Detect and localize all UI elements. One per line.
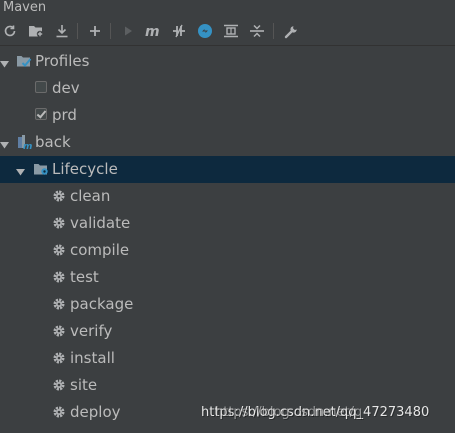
lifecycle-goal-item[interactable]: validate (0, 210, 455, 237)
show-dependencies-icon[interactable] (222, 22, 240, 40)
tree-node-profiles[interactable]: Profiles (0, 48, 455, 75)
gear-icon (52, 188, 68, 204)
lifecycle-folder-icon (33, 161, 49, 177)
gear-icon (52, 242, 68, 258)
tree-node-lifecycle[interactable]: Lifecycle (0, 156, 455, 183)
goal-label: clean (70, 187, 111, 205)
toolbar-separator (273, 23, 274, 39)
tree-label: back (35, 133, 71, 151)
gear-icon (52, 296, 68, 312)
goal-label: verify (70, 322, 113, 340)
profile-prd-checkbox[interactable] (35, 108, 47, 120)
lifecycle-goal-item[interactable]: test (0, 264, 455, 291)
lifecycle-goal-item[interactable]: package (0, 291, 455, 318)
maven-tool-window: Maven m Profiles dev prd m back Lifecycl… (0, 0, 455, 433)
expand-arrow-icon[interactable] (16, 163, 26, 176)
watermark-ghost-text: https://blog.csdn.net/q (215, 405, 363, 420)
goal-label: package (70, 295, 134, 313)
goal-label: validate (70, 214, 131, 232)
maven-project-icon: m (16, 134, 32, 152)
lifecycle-goal-item[interactable]: verify (0, 318, 455, 345)
gear-icon (52, 350, 68, 366)
goal-label: test (70, 268, 99, 286)
tree-node-profile-dev[interactable]: dev (0, 75, 455, 102)
gear-icon (52, 404, 68, 420)
svg-text:m: m (145, 24, 160, 38)
lifecycle-goal-item[interactable]: clean (0, 183, 455, 210)
tool-window-title: Maven (3, 0, 47, 15)
maven-toolbar: m (0, 17, 455, 46)
tree-label: prd (52, 106, 77, 124)
collapse-all-icon[interactable] (248, 22, 266, 40)
lifecycle-goal-item[interactable]: compile (0, 237, 455, 264)
expand-arrow-icon[interactable] (0, 55, 10, 68)
gear-icon (52, 215, 68, 231)
goal-label: deploy (70, 403, 121, 421)
tree-label: Profiles (35, 52, 90, 70)
gear-icon (52, 269, 68, 285)
lifecycle-goal-item[interactable]: install (0, 345, 455, 372)
svg-text:m: m (23, 142, 32, 150)
run-icon[interactable] (119, 22, 137, 40)
skip-tests-icon[interactable] (196, 22, 214, 40)
lifecycle-goal-item[interactable]: site (0, 372, 455, 399)
goal-label: compile (70, 241, 130, 259)
maven-projects-tree: Profiles dev prd m back Lifecycle clean … (0, 47, 455, 433)
profiles-icon (16, 53, 32, 69)
tree-label: Lifecycle (52, 160, 118, 178)
tree-label: dev (52, 79, 80, 97)
execute-goal-icon[interactable]: m (144, 22, 162, 40)
settings-wrench-icon[interactable] (282, 22, 300, 40)
gear-icon (52, 377, 68, 393)
download-sources-icon[interactable] (53, 22, 71, 40)
reload-icon[interactable] (1, 22, 19, 40)
profile-dev-checkbox[interactable] (35, 81, 47, 93)
gear-icon (52, 323, 68, 339)
goal-label: install (70, 349, 115, 367)
watermark: https://blog.csdn.net/qq_47273480 https:… (201, 404, 429, 422)
toolbar-separator (77, 23, 78, 39)
toolbar-separator (110, 23, 111, 39)
tree-node-project-back[interactable]: m back (0, 129, 455, 156)
add-maven-project-icon[interactable] (27, 22, 45, 40)
goal-label: site (70, 376, 98, 394)
tree-node-profile-prd[interactable]: prd (0, 102, 455, 129)
plus-icon[interactable] (86, 22, 104, 40)
toggle-offline-icon[interactable] (170, 22, 188, 40)
expand-arrow-icon[interactable] (0, 136, 10, 149)
